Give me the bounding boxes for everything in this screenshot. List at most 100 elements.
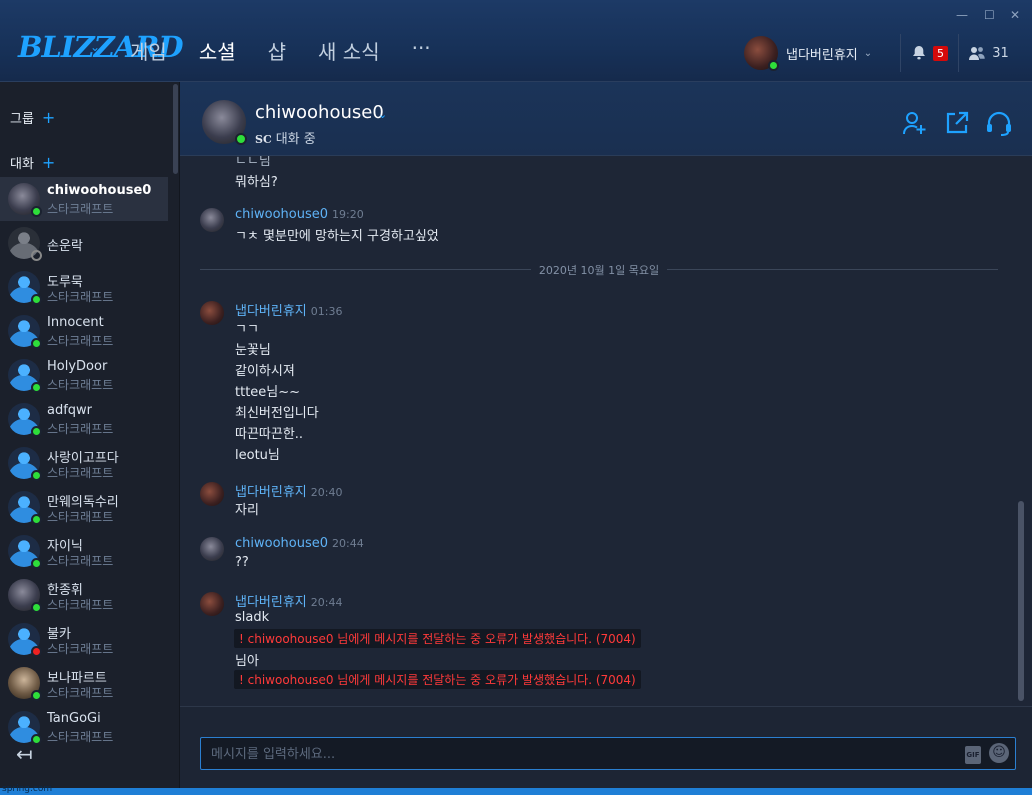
avatar: [8, 359, 42, 393]
friend-list-item[interactable]: 사랑이고프다 스타크래프트: [0, 441, 168, 485]
friend-list-item[interactable]: chiwoohouse0 스타크래프트: [0, 177, 168, 221]
friend-list-item[interactable]: 손운락: [0, 221, 168, 265]
message-text: leotu님: [235, 448, 280, 463]
groups-header: 그룹 +: [10, 108, 55, 127]
avatar: [8, 535, 42, 569]
friend-list-item[interactable]: 보나파르트 스타크래프트: [0, 661, 168, 705]
friend-list-item[interactable]: adfqwr 스타크래프트: [0, 397, 168, 441]
friend-name: Innocent: [47, 315, 104, 330]
avatar: [8, 623, 42, 657]
emoji-icon[interactable]: ☺: [989, 743, 1009, 763]
online-status-dot: [31, 426, 42, 437]
chat-partner-status: SC 대화 중: [255, 128, 316, 147]
message-text: tttee님~~: [235, 385, 301, 400]
gif-button[interactable]: GIF: [965, 746, 981, 764]
date-separator: 2020년 10월 1일 목요일: [180, 262, 1018, 278]
avatar: [8, 711, 42, 745]
message-list[interactable]: ㄴㄴ님 뭐하심? chiwoohouse0 19:20 ㄱㅊ 몇분만에 망하는지 …: [180, 156, 1032, 707]
chevron-down-icon[interactable]: ⌄: [90, 40, 100, 54]
friend-game: 스타크래프트: [47, 334, 114, 348]
friend-name: TanGoGi: [47, 711, 101, 726]
profile-name: 냅다버린휴지: [786, 47, 858, 63]
message-text: ㄱㄱ: [235, 322, 259, 337]
message-author[interactable]: 냅다버린휴지 01:36: [235, 300, 342, 319]
message-text: 눈꽃님: [235, 343, 271, 358]
message-text: ㄴㄴ님: [235, 156, 271, 169]
online-status-dot: [31, 470, 42, 481]
friend-game: 스타크래프트: [47, 422, 114, 436]
message-input-box[interactable]: GIF ☺: [200, 737, 1016, 770]
chat-header: chiwoohouse0 ⌄ SC 대화 중: [180, 82, 1032, 156]
sidebar-scrollbar[interactable]: [173, 84, 178, 174]
friend-list-item[interactable]: 만웨의독수리 스타크래프트: [0, 485, 168, 529]
friend-name: 손운락: [47, 239, 83, 254]
online-status-dot: [31, 382, 42, 393]
message-time: 20:40: [310, 486, 343, 499]
message-author[interactable]: 냅다버린휴지 20:44: [235, 591, 342, 610]
message-composer: GIF ☺: [180, 707, 1032, 788]
message-text: 같이하시져: [235, 364, 295, 379]
notification-count-badge: 5: [933, 45, 948, 61]
maximize-button[interactable]: ☐: [984, 8, 995, 22]
online-status-dot: [31, 602, 42, 613]
message-author[interactable]: 냅다버린휴지 20:40: [235, 481, 342, 500]
friend-list-item[interactable]: 자이닉 스타크래프트: [0, 529, 168, 573]
groups-label: 그룹: [10, 112, 34, 127]
notifications-button[interactable]: 5: [900, 34, 958, 72]
friends-button[interactable]: 31: [958, 34, 1018, 72]
avatar: [8, 491, 42, 525]
bell-icon: [913, 46, 925, 60]
avatar[interactable]: [200, 592, 224, 616]
popout-icon[interactable]: [944, 110, 970, 136]
avatar[interactable]: [200, 537, 224, 561]
friend-list-item[interactable]: 불카 스타크래프트: [0, 617, 168, 661]
message-text: 자리: [235, 503, 259, 518]
nav-social[interactable]: 소셜: [199, 36, 236, 65]
nav-games[interactable]: 게임: [130, 36, 167, 65]
close-button[interactable]: ✕: [1010, 8, 1020, 22]
avatar[interactable]: [200, 208, 224, 232]
online-status-dot: [768, 60, 779, 71]
message-time: 01:36: [310, 305, 343, 318]
message-input[interactable]: [211, 745, 951, 763]
messages-scrollbar[interactable]: [1018, 501, 1024, 701]
friend-game: 스타크래프트: [47, 642, 114, 656]
avatar: [8, 579, 42, 613]
online-status-dot: [31, 338, 42, 349]
online-status-dot: [235, 133, 247, 145]
avatar[interactable]: [202, 100, 247, 145]
chevron-down-icon[interactable]: ⌄: [378, 108, 387, 121]
add-friend-icon[interactable]: [902, 110, 928, 136]
online-status-dot: [31, 514, 42, 525]
online-status-dot: [31, 558, 42, 569]
message-time: 19:20: [332, 208, 364, 221]
friend-list-item[interactable]: HolyDoor 스타크래프트: [0, 353, 168, 397]
avatar: [8, 315, 42, 349]
friend-game: 스타크래프트: [47, 554, 114, 568]
nav-shop[interactable]: 샵: [268, 36, 286, 65]
message-author[interactable]: chiwoohouse0 20:44: [235, 536, 364, 551]
avatar[interactable]: [200, 301, 224, 325]
taskbar-ghost-text: spring.com: [2, 784, 53, 794]
profile-menu[interactable]: 냅다버린휴지 ⌄: [744, 34, 898, 72]
avatar: [744, 36, 779, 71]
add-group-icon[interactable]: +: [42, 108, 55, 127]
avatar[interactable]: [200, 482, 224, 506]
top-bar: BLIZZARD ⌄ 게임 소셜 샵 새 소식 ··· — ☐ ✕ 냅다버린휴지…: [0, 0, 1032, 82]
message-time: 20:44: [310, 596, 343, 609]
nav-news[interactable]: 새 소식: [318, 36, 380, 65]
friend-list-item[interactable]: 도루묵 스타크래프트: [0, 265, 168, 309]
nav-more[interactable]: ···: [412, 36, 431, 65]
collapse-sidebar-icon[interactable]: ↤: [16, 742, 33, 766]
friend-game: 스타크래프트: [47, 466, 114, 480]
avatar: [8, 227, 42, 261]
minimize-button[interactable]: —: [956, 8, 968, 22]
online-status-dot: [31, 690, 42, 701]
add-conversation-icon[interactable]: +: [42, 153, 55, 172]
friend-list-item[interactable]: Innocent 스타크래프트: [0, 309, 168, 353]
friend-list-item[interactable]: 한종휘 스타크래프트: [0, 573, 168, 617]
message-author[interactable]: chiwoohouse0 19:20: [235, 207, 364, 222]
online-status-dot: [31, 294, 42, 305]
chat-partner-name[interactable]: chiwoohouse0: [255, 102, 384, 123]
voice-chat-icon[interactable]: [985, 110, 1013, 136]
